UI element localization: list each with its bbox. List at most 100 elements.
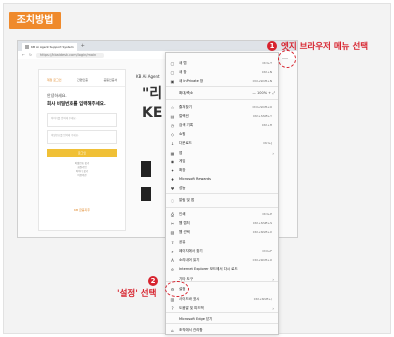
- url-field[interactable]: https://kbaidesk.com/login/main: [35, 52, 104, 58]
- menu-item-icon: ⇪: [170, 239, 175, 245]
- menu-item[interactable]: ? 도움말 및 피드백 ›: [166, 304, 278, 312]
- menu-item[interactable]: ◉ 게임: [166, 157, 278, 165]
- menu-item-shortcut: Ctrl+Shift+/: [253, 297, 272, 301]
- step1-label: 엣지 브라우저 메뉴 선택: [281, 42, 369, 52]
- menu-item-icon: [170, 91, 175, 96]
- page-banner-text: "리: [142, 86, 163, 102]
- menu-item-label: Microsoft Rewards: [179, 177, 211, 181]
- menu-item-label: 컬렉션: [179, 113, 189, 118]
- tab-account-login[interactable]: 계정 로그인: [47, 78, 62, 86]
- back-icon[interactable]: ←: [22, 53, 25, 57]
- menu-item[interactable]: ▧ 웹 선택 Ctrl+Shift+X: [166, 228, 278, 236]
- menu-item-icon: ▥: [170, 296, 175, 302]
- menu-item-label: 검색 기록: [179, 122, 193, 127]
- menu-separator: [166, 312, 278, 313]
- menu-item-icon: ?: [171, 305, 174, 311]
- menu-item[interactable]: ▢ 새 탭 Ctrl+T: [166, 59, 278, 67]
- menu-item-label: 새 창: [179, 69, 187, 74]
- menu-item-shortcut: Ctrl+Shift+U: [252, 258, 272, 262]
- menu-item-icon: ⎙: [170, 211, 175, 217]
- menu-item-icon: ⌂: [171, 327, 174, 333]
- menu-item-icon: ▣: [170, 78, 175, 84]
- menu-item-label: 확장: [179, 167, 186, 172]
- menu-item[interactable]: ⌂ 조직에서 관리함: [166, 326, 278, 334]
- tab-simple-auth[interactable]: 간편인증: [77, 78, 88, 86]
- menu-item[interactable]: ▢ 새 창 Ctrl+N: [166, 68, 278, 76]
- login-tabs: 계정 로그인 간편인증 공동인증서: [39, 70, 125, 87]
- menu-item[interactable]: A 소리내어 읽기 Ctrl+Shift+U: [166, 256, 278, 264]
- login-greeting: 안녕하세요.: [47, 93, 67, 98]
- menu-item[interactable]: ↓ 다운로드 Ctrl+J: [166, 139, 278, 147]
- menu-item-label: 앱: [179, 150, 183, 155]
- menu-item-label: Internet Explorer 모드에서 다시 로드: [179, 266, 238, 271]
- page-banner-text-2: KE: [142, 105, 163, 121]
- menu-item[interactable]: e Internet Explorer 모드에서 다시 로드: [166, 265, 278, 273]
- password-field[interactable]: 비밀번호를 입력해 주세요.: [47, 130, 117, 144]
- menu-item-label: 다운로드: [179, 140, 192, 145]
- submenu-arrow-icon: ›: [272, 276, 274, 282]
- page-image-2: [141, 187, 151, 201]
- menu-separator: [166, 193, 278, 194]
- menu-item-icon: A: [171, 257, 174, 263]
- menu-item-icon: ✦: [170, 167, 175, 173]
- menu-item-shortcut: Ctrl+P: [262, 212, 272, 216]
- menu-item-icon: ✂: [170, 220, 175, 226]
- menu-item-label: 사이드바 표시: [179, 296, 200, 301]
- menu-item[interactable]: ▥ 사이드바 표시 Ctrl+Shift+/: [166, 295, 278, 303]
- menu-item[interactable]: 확대/축소 — 100% + ⤢: [166, 89, 278, 97]
- zoom-controls[interactable]: — 100% + ⤢: [252, 91, 275, 95]
- link-terms[interactable]: 이용약관: [39, 174, 125, 178]
- tab-certificate[interactable]: 공동인증서: [103, 78, 117, 86]
- highlight-circle-settings: [165, 281, 189, 297]
- menu-separator: [166, 323, 278, 324]
- menu-item-shortcut: Ctrl+H: [261, 123, 272, 127]
- menu-item[interactable]: ◇ 쇼핑: [166, 130, 278, 138]
- menu-item-icon: e: [171, 266, 174, 272]
- browser-tab[interactable]: KB Ai Agent Support System: [22, 43, 77, 51]
- menu-item[interactable]: ⇪ 공유: [166, 238, 278, 246]
- menu-item-shortcut: Ctrl+T: [262, 61, 272, 65]
- refresh-icon[interactable]: ↻: [29, 53, 32, 57]
- menu-item-label: 인쇄: [179, 211, 186, 216]
- menu-item-label: 페이지에서 찾기: [179, 248, 203, 253]
- menu-item[interactable]: ▤ 컬렉션 Ctrl+Shift+Y: [166, 112, 278, 120]
- menu-item[interactable]: ◌ 알림 및 앱: [166, 196, 278, 204]
- menu-item-label: Microsoft Edge 닫기: [179, 316, 213, 321]
- menu-item[interactable]: ♥ 성능: [166, 184, 278, 192]
- menu-item[interactable]: ▦ 앱 ›: [166, 149, 278, 157]
- menu-item-shortcut: Ctrl+Shift+N: [252, 79, 272, 83]
- page-heading: KB Ai Agent: [136, 74, 160, 79]
- menu-item-shortcut: Ctrl+Shift+Y: [252, 114, 272, 118]
- menu-separator: [166, 86, 278, 87]
- tab-title: KB Ai Agent Support System: [31, 45, 74, 49]
- new-tab-icon[interactable]: +: [81, 43, 85, 49]
- menu-item[interactable]: ⌕ 페이지에서 찾기 Ctrl+F: [166, 247, 278, 255]
- step1-marker: 1: [267, 41, 277, 51]
- menu-item-icon: ▤: [170, 113, 175, 119]
- section-badge: 조치방법: [9, 12, 61, 29]
- menu-item-icon: [170, 317, 175, 322]
- menu-item-icon: ♦: [170, 176, 175, 182]
- login-button[interactable]: 로그인: [47, 149, 117, 157]
- menu-item-label: 웹 캡처: [179, 220, 190, 225]
- menu-item-label: 소리내어 읽기: [179, 257, 200, 262]
- footer-logo: KB 금융지주: [73, 208, 91, 212]
- menu-item[interactable]: ▣ 새 InPrivate 창 Ctrl+Shift+N: [166, 77, 278, 85]
- menu-item[interactable]: ✂ 웹 캡처 Ctrl+Shift+S: [166, 219, 278, 227]
- menu-item-shortcut: Ctrl+Shift+S: [252, 221, 272, 225]
- menu-item[interactable]: ♦ Microsoft Rewards: [166, 175, 278, 183]
- submenu-arrow-icon: ›: [272, 150, 274, 156]
- menu-item-icon: ☆: [170, 104, 175, 110]
- menu-item-icon: ▢: [170, 69, 175, 75]
- menu-item-icon: ♥: [170, 185, 175, 191]
- menu-item-shortcut: Ctrl+Shift+O: [252, 105, 272, 109]
- menu-item-icon: ▦: [170, 150, 175, 156]
- menu-item-label: 게임: [179, 158, 186, 163]
- id-field[interactable]: 아이디를 입력해 주세요.: [47, 113, 117, 127]
- menu-item[interactable]: ☆ 즐겨찾기 Ctrl+Shift+O: [166, 103, 278, 111]
- menu-item[interactable]: ◷ 검색 기록 Ctrl+H: [166, 121, 278, 129]
- menu-item[interactable]: ⎙ 인쇄 Ctrl+P: [166, 210, 278, 218]
- submenu-arrow-icon: ›: [272, 305, 274, 311]
- menu-item[interactable]: ✦ 확장: [166, 166, 278, 174]
- menu-item[interactable]: Microsoft Edge 닫기: [166, 315, 278, 323]
